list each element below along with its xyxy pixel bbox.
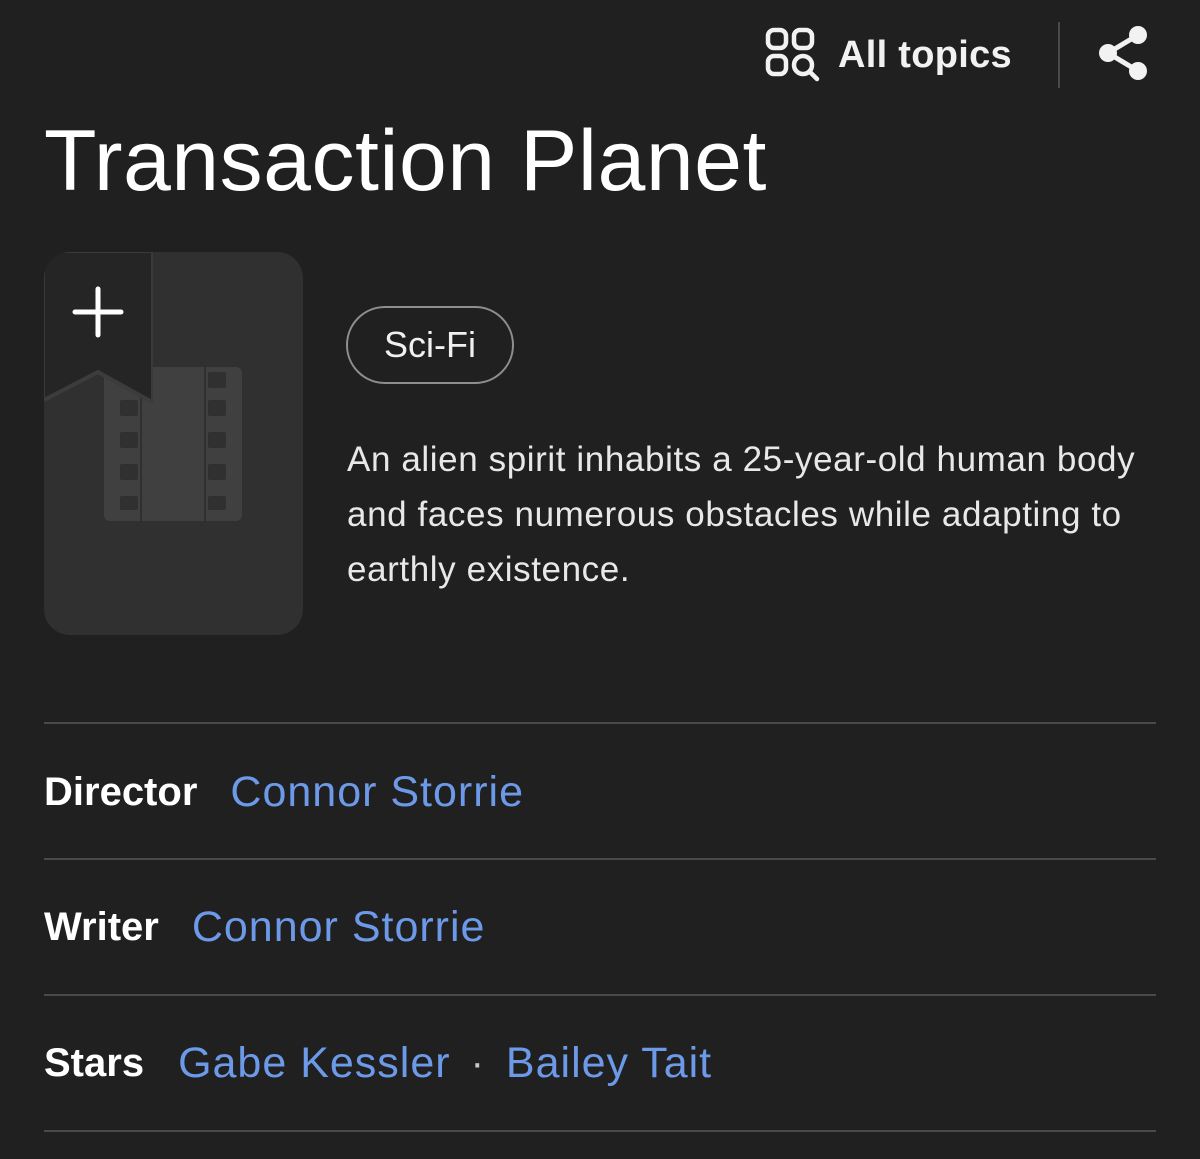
toolbar-divider <box>1058 22 1060 88</box>
divider <box>44 722 1156 724</box>
poster-placeholder[interactable] <box>44 252 303 635</box>
writer-label: Writer <box>44 904 159 949</box>
director-label: Director <box>44 769 198 814</box>
star-link[interactable]: Bailey Tait <box>506 1039 712 1088</box>
separator-dot: · <box>470 1040 484 1085</box>
stars-label: Stars <box>44 1040 145 1085</box>
top-bar: All topics <box>764 20 1150 90</box>
divider <box>44 858 1156 860</box>
director-link[interactable]: Connor Storrie <box>230 768 524 817</box>
writer-link[interactable]: Connor Storrie <box>192 903 486 952</box>
stars-row: Stars Gabe Kessler · Bailey Tait <box>44 1033 712 1093</box>
grid-search-icon <box>764 26 822 84</box>
watchlist-ribbon[interactable] <box>44 252 153 404</box>
all-topics-label: All topics <box>837 33 1012 76</box>
page-title: Transaction Planet <box>44 113 767 209</box>
divider <box>44 1130 1156 1132</box>
genre-chip[interactable]: Sci-Fi <box>346 306 514 384</box>
share-button[interactable] <box>1098 24 1150 87</box>
star-link[interactable]: Gabe Kessler <box>178 1039 451 1088</box>
all-topics-button[interactable]: All topics <box>764 20 1012 90</box>
director-row: Director Connor Storrie <box>44 762 524 822</box>
divider <box>44 994 1156 996</box>
description: An alien spirit inhabits a 25-year-old h… <box>347 440 1136 589</box>
share-icon <box>1098 24 1150 87</box>
writer-row: Writer Connor Storrie <box>44 897 485 957</box>
